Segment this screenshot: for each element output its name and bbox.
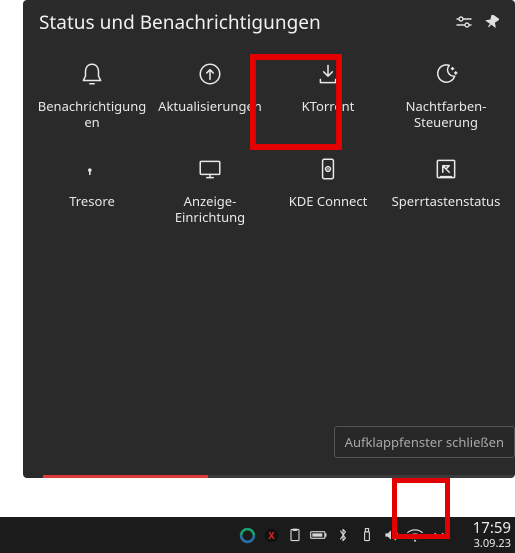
update-icon: [196, 60, 224, 88]
vault-icon: [78, 155, 106, 183]
keylock-icon: [432, 155, 460, 183]
tile-kdeconnect[interactable]: KDE Connect: [273, 149, 383, 226]
tray-clipboard-icon[interactable]: [283, 517, 307, 553]
display-icon: [196, 155, 224, 183]
tile-label: Benachrichtigungen: [37, 98, 147, 131]
configure-button[interactable]: [453, 11, 475, 33]
svg-text:X: X: [268, 528, 275, 541]
bell-icon: [78, 60, 106, 88]
annotation-box-chevron: [392, 478, 450, 539]
panel-header: Status und Benachrichtigungen: [23, 0, 515, 44]
taskbar-clock[interactable]: 17:59 3.09.23: [451, 517, 515, 553]
tile-label: Nachtfarben-Steuerung: [391, 98, 501, 131]
tile-display[interactable]: Anzeige-Einrichtung: [155, 149, 265, 226]
nightcolor-icon: [432, 60, 460, 88]
tray-x-red-icon[interactable]: X: [259, 517, 283, 553]
tile-lockkeys[interactable]: Sperrtastenstatus: [391, 149, 501, 226]
tile-updates[interactable]: Aktualisierungen: [155, 54, 265, 131]
progress-fill: [43, 475, 208, 478]
desktop-background: [0, 140, 23, 515]
tile-nightcolor[interactable]: Nachtfarben-Steuerung: [391, 54, 501, 131]
close-popup-tooltip: Aufklappfenster schließen: [334, 426, 515, 458]
sliders-icon: [456, 15, 472, 29]
tray-battery-icon[interactable]: [307, 517, 331, 553]
pin-icon: [485, 15, 499, 29]
tray-bluetooth-icon[interactable]: [331, 517, 355, 553]
panel-title: Status und Benachrichtigungen: [39, 9, 447, 35]
tile-label: Sperrtastenstatus: [392, 193, 501, 209]
tile-label: KDE Connect: [289, 193, 368, 209]
pin-button[interactable]: [481, 11, 503, 33]
tile-label: Tresore: [69, 193, 115, 209]
tray-donut-icon[interactable]: [235, 517, 259, 553]
clock-date: 3.09.23: [474, 538, 511, 549]
tile-label: Aktualisierungen: [158, 98, 262, 114]
tile-label: Anzeige-Einrichtung: [155, 193, 265, 226]
annotation-box-ktorrent: [250, 54, 342, 150]
phone-icon: [314, 155, 342, 183]
tray-usb-icon[interactable]: [355, 517, 379, 553]
clock-time: 17:59: [473, 521, 511, 536]
tile-notifications[interactable]: Benachrichtigungen: [37, 54, 147, 131]
tile-vaults[interactable]: Tresore: [37, 149, 147, 226]
